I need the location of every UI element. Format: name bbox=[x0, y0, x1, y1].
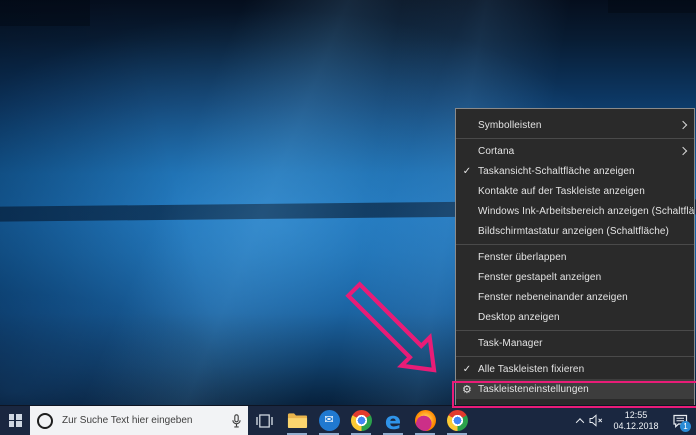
menu-item-task-manager[interactable]: Task-Manager bbox=[456, 333, 694, 353]
taskbar: ✉ e bbox=[0, 405, 696, 435]
menu-item-label: Symbolleisten bbox=[478, 120, 680, 131]
wallpaper-dark-rect-topright bbox=[608, 0, 696, 13]
volume-muted-icon[interactable] bbox=[589, 414, 604, 427]
menu-item-symbolleisten[interactable]: Symbolleisten bbox=[456, 115, 694, 135]
taskbar-app-firefox[interactable] bbox=[409, 406, 441, 435]
menu-item-windows-ink[interactable]: Windows Ink-Arbeitsbereich anzeigen (Sch… bbox=[456, 201, 694, 221]
system-tray: 12:55 04.12.2018 1 bbox=[576, 406, 696, 435]
action-center-button[interactable]: 1 bbox=[668, 408, 692, 434]
search-input[interactable] bbox=[60, 414, 225, 427]
menu-item-taskansicht[interactable]: ✓ Taskansicht-Schaltfläche anzeigen bbox=[456, 161, 694, 181]
taskbar-context-menu: Symbolleisten Cortana ✓ Taskansicht-Scha… bbox=[455, 108, 695, 407]
file-explorer-icon bbox=[287, 412, 308, 429]
microphone-icon[interactable] bbox=[232, 414, 241, 428]
menu-item-label: Fenster nebeneinander anzeigen bbox=[478, 292, 694, 303]
notification-badge: 1 bbox=[680, 421, 691, 432]
menu-item-label: Fenster überlappen bbox=[478, 252, 694, 263]
menu-item-fenster-gestapelt[interactable]: Fenster gestapelt anzeigen bbox=[456, 267, 694, 287]
taskbar-search[interactable] bbox=[30, 406, 248, 435]
menu-item-taskleisten-fixieren[interactable]: ✓ Alle Taskleisten fixieren bbox=[456, 359, 694, 379]
menu-item-cortana[interactable]: Cortana bbox=[456, 141, 694, 161]
chrome-icon bbox=[447, 410, 468, 431]
menu-item-label: Cortana bbox=[478, 146, 680, 157]
clock-time: 12:55 bbox=[610, 410, 662, 421]
checkmark-icon: ✓ bbox=[456, 166, 478, 177]
taskbar-app-edge[interactable]: e bbox=[377, 406, 409, 435]
task-view-icon bbox=[256, 414, 273, 428]
firefox-icon bbox=[415, 410, 436, 431]
menu-item-label: Kontakte auf der Taskleiste anzeigen bbox=[478, 186, 694, 197]
menu-separator bbox=[456, 138, 694, 139]
menu-item-taskleisteneinstellungen[interactable]: ⚙ Taskleisteneinstellungen bbox=[456, 379, 694, 399]
task-view-button[interactable] bbox=[248, 406, 281, 435]
taskbar-app-mail[interactable]: ✉ bbox=[313, 406, 345, 435]
chrome-icon bbox=[351, 410, 372, 431]
gear-icon: ⚙ bbox=[456, 383, 478, 396]
submenu-chevron-icon bbox=[679, 147, 687, 155]
menu-item-desktop-anzeigen[interactable]: Desktop anzeigen bbox=[456, 307, 694, 327]
menu-item-label: Taskansicht-Schaltfläche anzeigen bbox=[478, 166, 694, 177]
taskbar-app-file-explorer[interactable] bbox=[281, 406, 313, 435]
wallpaper-dark-rect-topleft bbox=[0, 0, 90, 26]
menu-item-label: Bildschirmtastatur anzeigen (Schaltfläch… bbox=[478, 226, 694, 237]
show-hidden-icons-button[interactable] bbox=[576, 417, 583, 424]
submenu-chevron-icon bbox=[679, 121, 687, 129]
mail-icon: ✉ bbox=[319, 410, 340, 431]
menu-item-fenster-nebeneinander[interactable]: Fenster nebeneinander anzeigen bbox=[456, 287, 694, 307]
taskbar-apps: ✉ e bbox=[281, 406, 473, 435]
menu-item-label: Taskleisteneinstellungen bbox=[478, 384, 694, 395]
menu-item-label: Task-Manager bbox=[478, 338, 694, 349]
taskbar-app-chrome-2[interactable] bbox=[441, 406, 473, 435]
menu-item-label: Fenster gestapelt anzeigen bbox=[478, 272, 694, 283]
taskbar-clock[interactable]: 12:55 04.12.2018 bbox=[610, 410, 662, 431]
menu-item-label: Desktop anzeigen bbox=[478, 312, 694, 323]
menu-item-label: Windows Ink-Arbeitsbereich anzeigen (Sch… bbox=[478, 206, 694, 217]
cortana-icon bbox=[37, 413, 53, 429]
menu-separator bbox=[456, 356, 694, 357]
desktop-screen: Symbolleisten Cortana ✓ Taskansicht-Scha… bbox=[0, 0, 696, 435]
edge-icon: e bbox=[382, 410, 404, 432]
menu-item-label: Alle Taskleisten fixieren bbox=[478, 364, 694, 375]
taskbar-app-chrome[interactable] bbox=[345, 406, 377, 435]
menu-separator bbox=[456, 244, 694, 245]
menu-item-fenster-ueberlappen[interactable]: Fenster überlappen bbox=[456, 247, 694, 267]
start-button[interactable] bbox=[0, 406, 30, 435]
menu-separator bbox=[456, 330, 694, 331]
windows-logo-icon bbox=[9, 414, 22, 427]
chevron-up-icon bbox=[575, 418, 583, 426]
menu-item-kontakte[interactable]: Kontakte auf der Taskleiste anzeigen bbox=[456, 181, 694, 201]
menu-item-bildschirmtastatur[interactable]: Bildschirmtastatur anzeigen (Schaltfläch… bbox=[456, 221, 694, 241]
checkmark-icon: ✓ bbox=[456, 364, 478, 375]
clock-date: 04.12.2018 bbox=[610, 421, 662, 432]
